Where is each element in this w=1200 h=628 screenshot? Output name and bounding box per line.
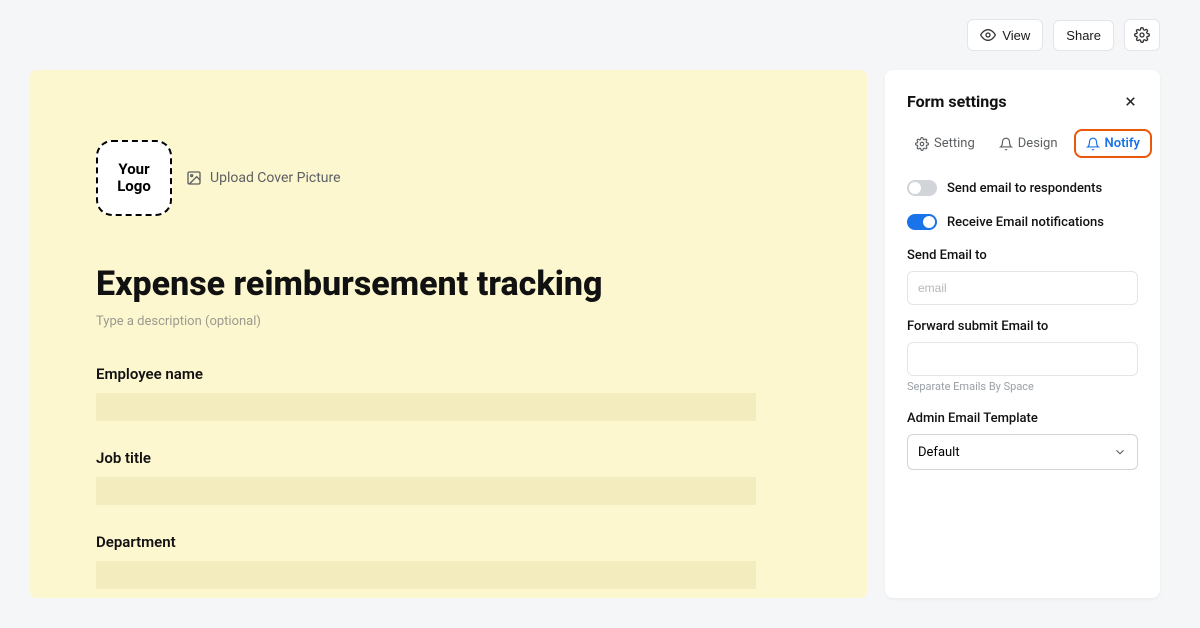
sidebar-header: Form settings — [907, 92, 1138, 111]
view-button[interactable]: View — [967, 19, 1043, 51]
tab-label: Design — [1018, 136, 1058, 151]
tabs: Setting Design Notify — [907, 129, 1138, 158]
text-input[interactable] — [96, 393, 756, 421]
text-input[interactable] — [96, 477, 756, 505]
image-icon — [186, 170, 202, 186]
forward-label: Forward submit Email to — [907, 319, 1138, 334]
chevron-down-icon — [1113, 445, 1127, 459]
view-label: View — [1002, 28, 1030, 43]
forward-input[interactable] — [907, 342, 1138, 376]
close-icon — [1123, 94, 1138, 109]
panel-title: Form settings — [907, 92, 1007, 111]
logo-placeholder[interactable]: Your Logo — [96, 140, 172, 216]
bell-icon — [1086, 137, 1100, 151]
tab-label: Setting — [934, 136, 975, 151]
tab-label: Notify — [1105, 136, 1140, 151]
toggle-respondents[interactable] — [907, 180, 937, 196]
form-settings-panel: Form settings Setting Design — [885, 70, 1160, 598]
text-input[interactable] — [96, 561, 756, 589]
gear-icon — [915, 137, 929, 151]
form-canvas: Your Logo Upload Cover Picture Expense r… — [30, 70, 867, 598]
field-label: Employee name — [96, 365, 817, 383]
upload-cover-button[interactable]: Upload Cover Picture — [186, 170, 341, 186]
logo-text-1: Your — [118, 161, 149, 178]
send-to-input[interactable] — [907, 271, 1138, 305]
page: Your Logo Upload Cover Picture Expense r… — [0, 70, 1200, 628]
template-label: Admin Email Template — [907, 411, 1138, 426]
toggle-respondents-row: Send email to respondents — [907, 180, 1138, 196]
toggle-label: Send email to respondents — [947, 181, 1102, 196]
bell-icon — [999, 137, 1013, 151]
tab-setting[interactable]: Setting — [907, 130, 983, 157]
eye-icon — [980, 27, 996, 43]
forward-hint: Separate Emails By Space — [907, 380, 1138, 393]
toggle-receive-row: Receive Email notifications — [907, 214, 1138, 230]
settings-button[interactable] — [1124, 19, 1160, 51]
form-description[interactable]: Type a description (optional) — [96, 314, 817, 329]
share-label: Share — [1066, 28, 1101, 43]
topbar: View Share — [0, 0, 1200, 70]
toggle-label: Receive Email notifications — [947, 215, 1104, 230]
close-button[interactable] — [1123, 94, 1138, 109]
field-label: Department — [96, 533, 817, 551]
field-label: Job title — [96, 449, 817, 467]
template-select[interactable]: Default — [907, 434, 1138, 470]
toggle-receive[interactable] — [907, 214, 937, 230]
logo-text-2: Logo — [117, 178, 151, 195]
gear-icon — [1134, 27, 1150, 43]
tab-notify[interactable]: Notify — [1074, 129, 1152, 158]
field-employee-name: Employee name — [96, 365, 817, 421]
logo-row: Your Logo Upload Cover Picture — [96, 140, 817, 216]
tab-design[interactable]: Design — [991, 130, 1066, 157]
select-value: Default — [918, 445, 960, 460]
upload-cover-label: Upload Cover Picture — [210, 170, 341, 186]
send-to-label: Send Email to — [907, 248, 1138, 263]
share-button[interactable]: Share — [1053, 20, 1114, 51]
form-title[interactable]: Expense reimbursement tracking — [96, 264, 817, 304]
field-job-title: Job title — [96, 449, 817, 505]
field-department: Department — [96, 533, 817, 589]
